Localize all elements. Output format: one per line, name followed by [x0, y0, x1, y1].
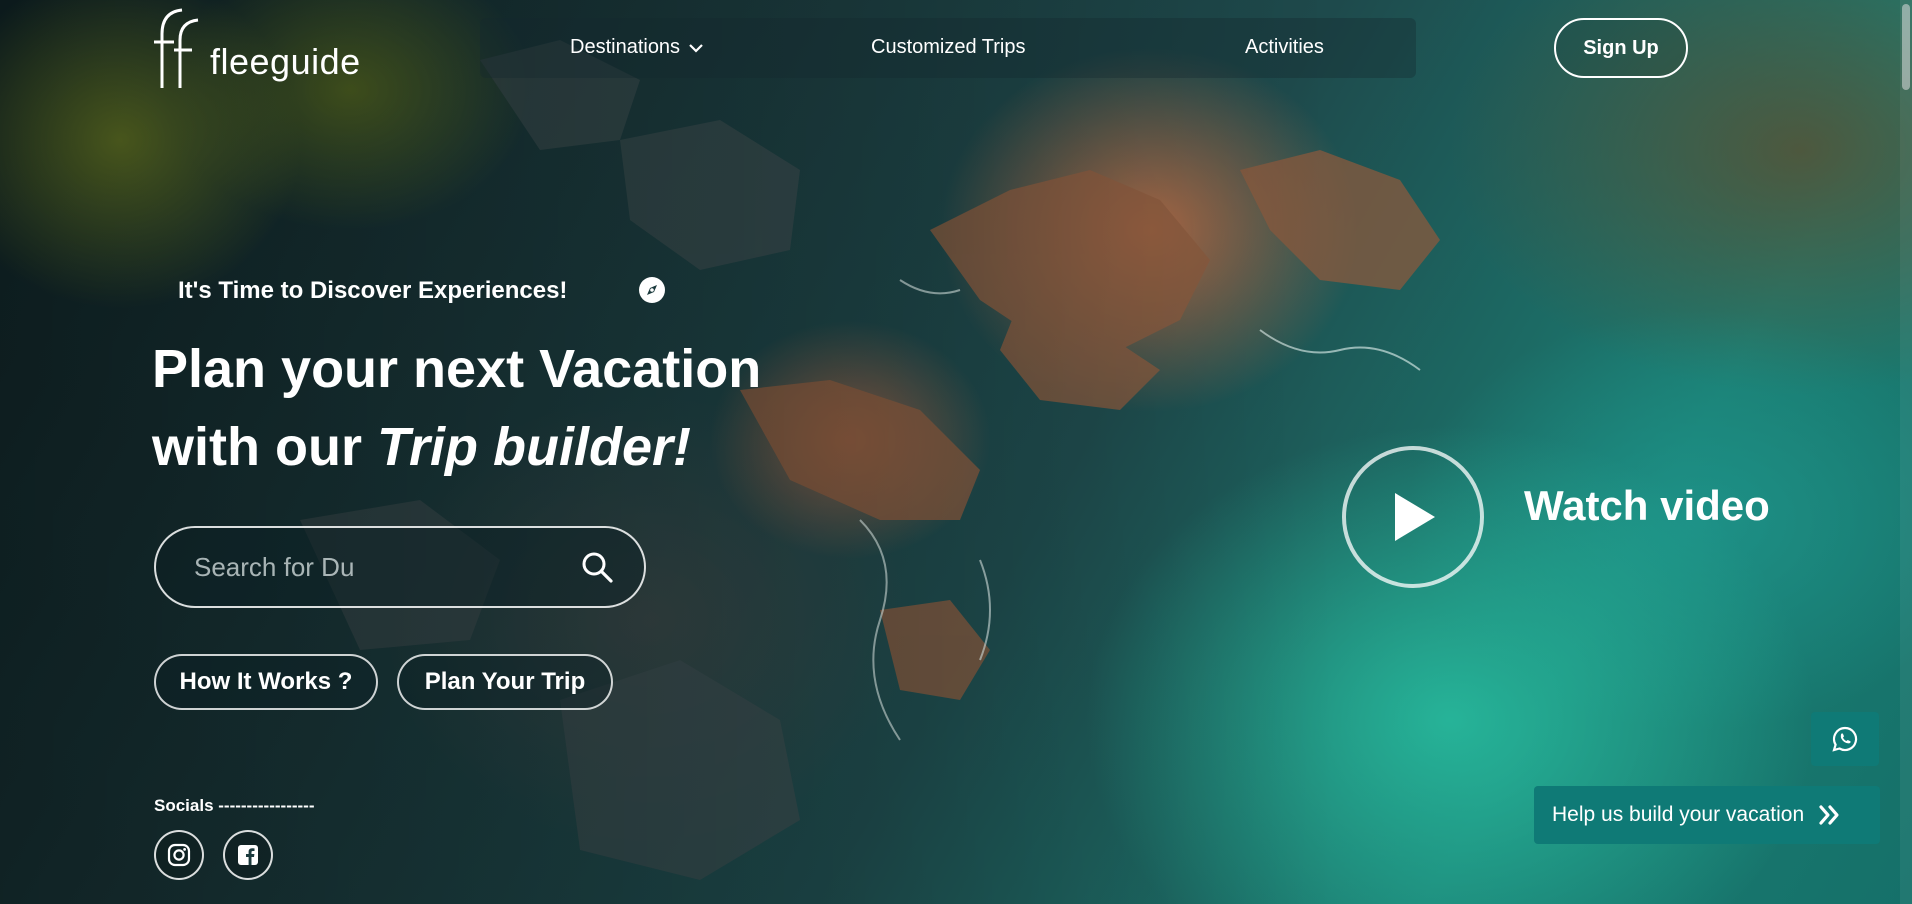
headline-line-2-prefix: with our: [152, 417, 377, 477]
chevron-down-icon: [689, 43, 703, 53]
socials-label: Socials -----------------: [154, 796, 315, 815]
facebook-link[interactable]: [223, 830, 273, 880]
plan-your-trip-button[interactable]: Plan Your Trip: [397, 654, 613, 710]
signup-button[interactable]: Sign Up: [1554, 18, 1688, 78]
instagram-icon: [167, 843, 191, 867]
watch-video-label[interactable]: Watch video: [1524, 482, 1770, 530]
compass-icon: [639, 277, 665, 303]
nav-customized-trips[interactable]: Customized Trips: [871, 36, 1026, 59]
hero-headline: Plan your next Vacation with our Trip bu…: [152, 330, 912, 486]
search-icon[interactable]: [580, 550, 614, 584]
tagline: It's Time to Discover Experiences!: [178, 277, 568, 304]
play-video-button[interactable]: [1342, 446, 1484, 588]
brand-name: fleeguide: [210, 41, 361, 82]
headline-line-1: Plan your next Vacation: [152, 339, 762, 399]
help-build-vacation-button[interactable]: Help us build your vacation: [1534, 786, 1880, 844]
main-nav: Destinations Customized Trips Activities: [480, 18, 1416, 78]
whatsapp-icon: [1832, 726, 1858, 752]
nav-destinations-label: Destinations: [570, 36, 681, 58]
whatsapp-button[interactable]: [1811, 712, 1879, 766]
play-icon: [1395, 493, 1435, 541]
instagram-link[interactable]: [154, 830, 204, 880]
scrollbar-thumb[interactable]: [1902, 4, 1910, 90]
logo-mark-icon: [154, 8, 199, 88]
headline-line-2-italic: Trip builder!: [376, 417, 691, 477]
how-it-works-button[interactable]: How It Works ?: [154, 654, 378, 710]
search-box: [154, 526, 646, 608]
tagline-banner: It's Time to Discover Experiences!: [152, 268, 672, 314]
nav-destinations[interactable]: Destinations: [570, 36, 704, 59]
facebook-icon: [238, 845, 258, 865]
page-scrollbar[interactable]: [1900, 0, 1912, 904]
help-build-vacation-label: Help us build your vacation: [1552, 803, 1805, 826]
brand-logo[interactable]: fleeguide: [152, 4, 361, 90]
nav-customized-trips-label: Customized Trips: [871, 36, 1026, 58]
double-chevron-right-icon: [1819, 805, 1839, 825]
nav-activities[interactable]: Activities: [1245, 36, 1324, 59]
search-input[interactable]: [194, 551, 580, 583]
nav-activities-label: Activities: [1245, 36, 1324, 58]
